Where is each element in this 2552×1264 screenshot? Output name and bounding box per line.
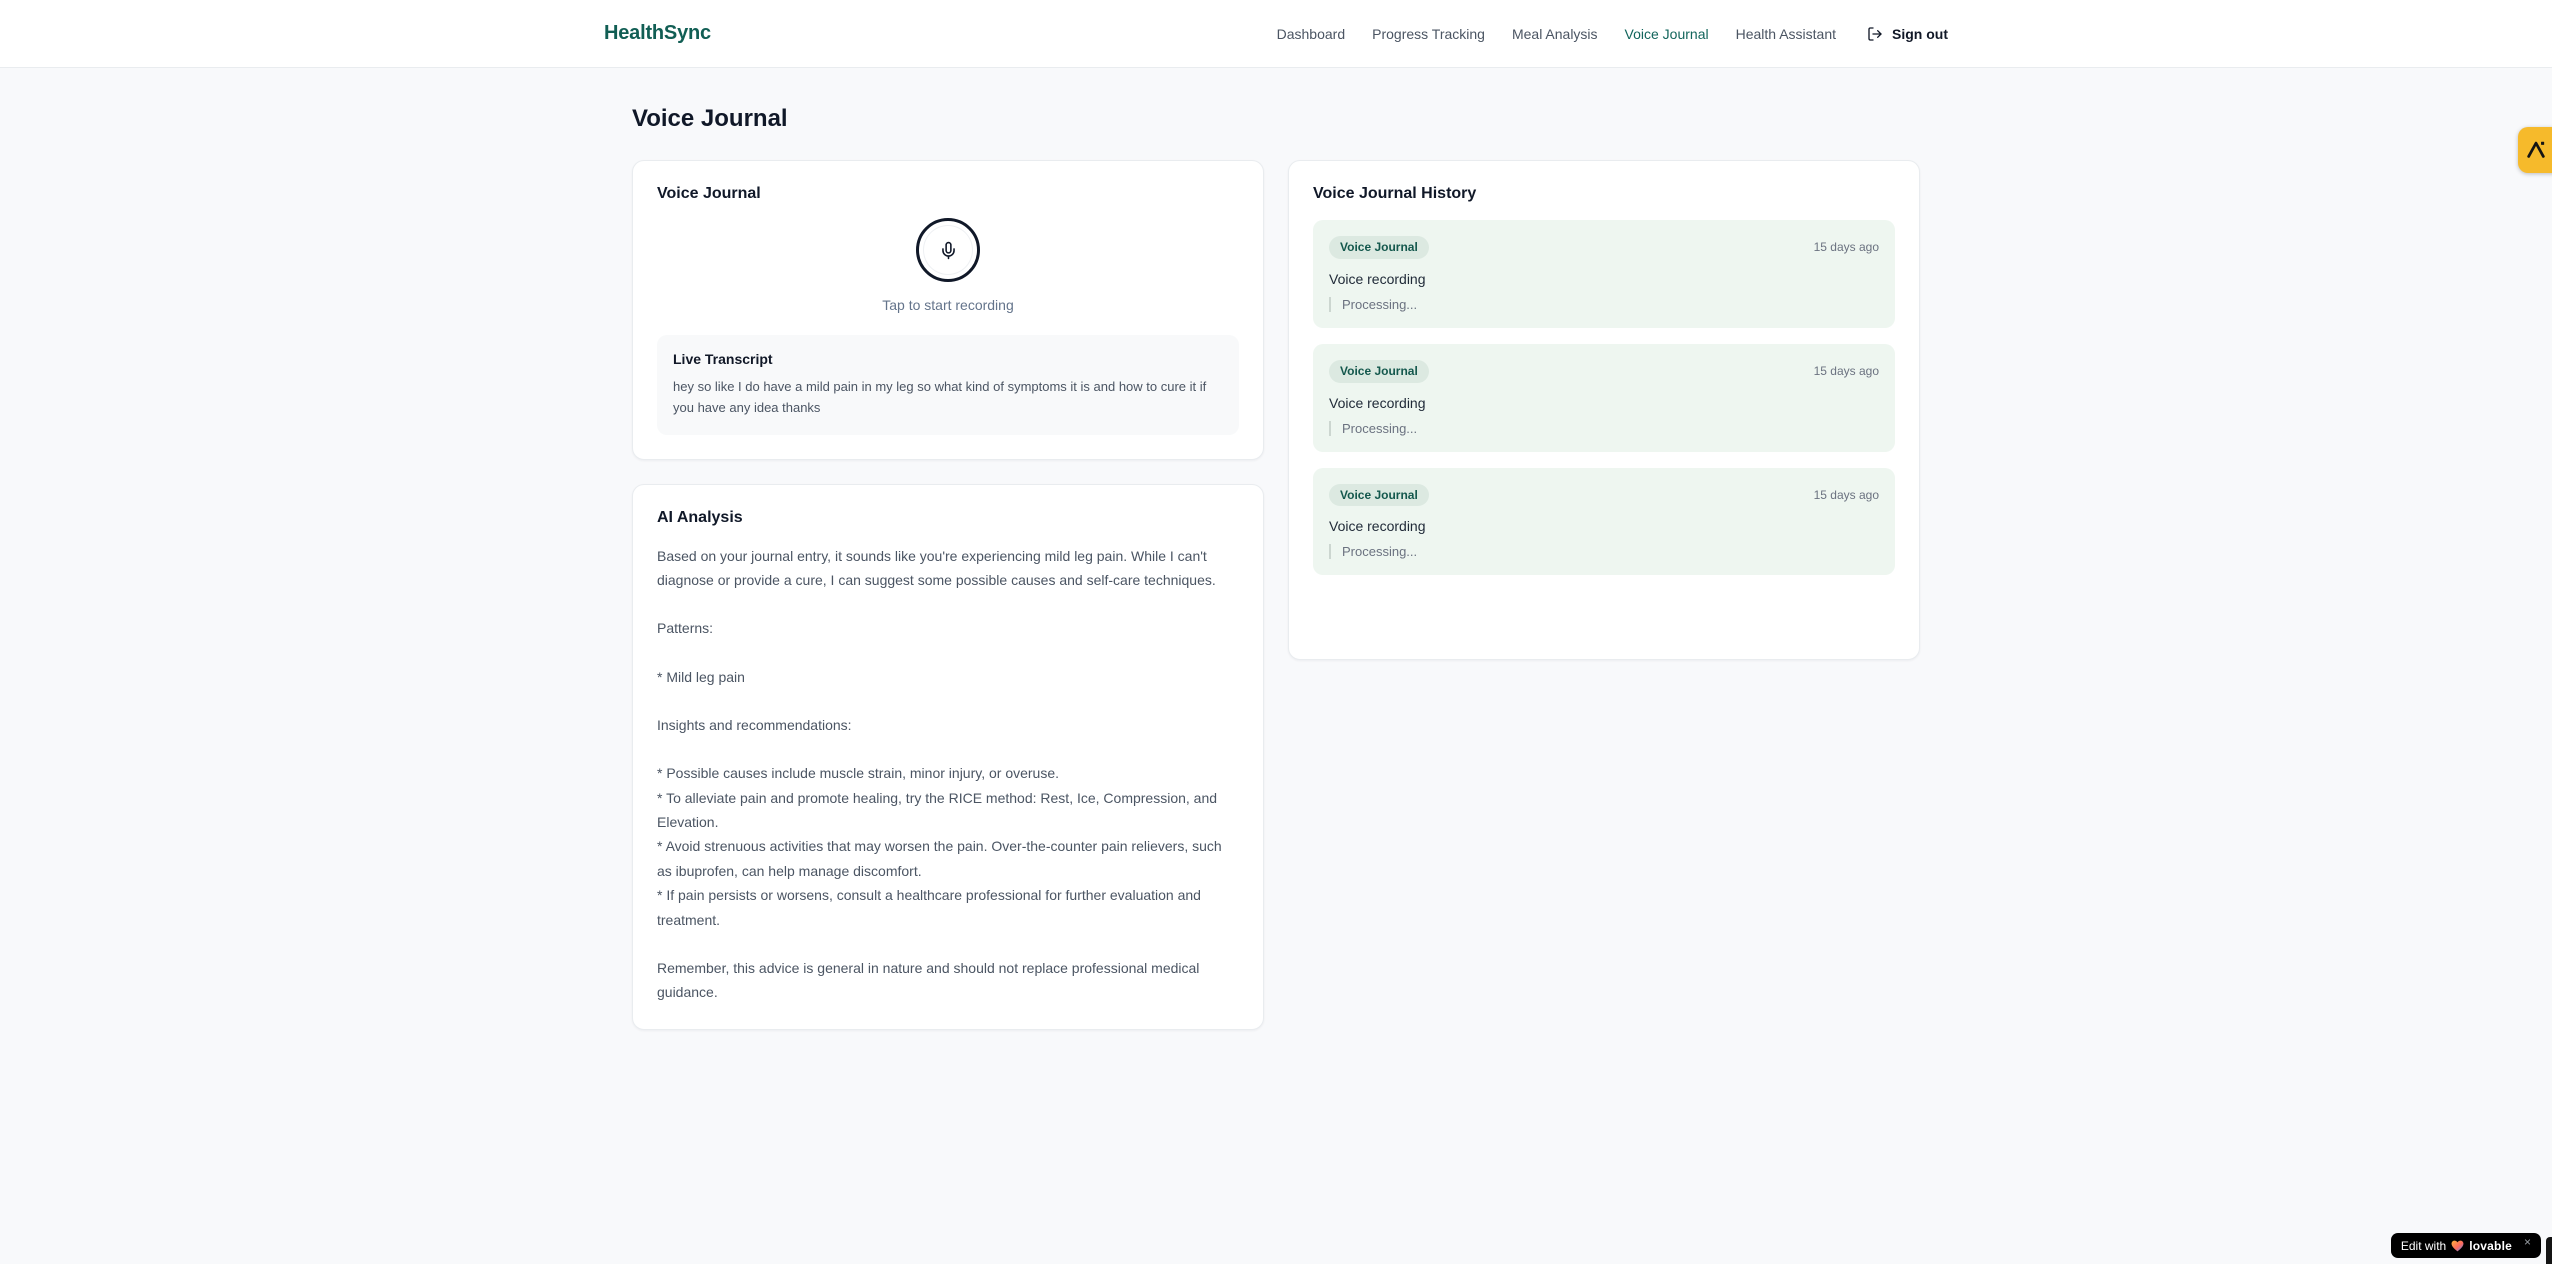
analysis-paragraph: Insights and recommendations: [657,717,852,734]
close-icon[interactable]: × [2524,1236,2531,1248]
entry-status: Processing... [1329,420,1879,436]
entry-status: Processing... [1329,296,1879,312]
entry-timestamp: 15 days ago [1813,240,1879,255]
history-card-title: Voice Journal History [1313,185,1477,202]
entry-label: Voice recording [1329,518,1426,535]
microphone-icon [941,241,955,259]
app-header: HealthSync Dashboard Progress Tracking M… [0,0,2552,68]
app-logo[interactable]: HealthSync [604,22,711,45]
page-title: Voice Journal [632,105,788,132]
voice-journal-card: Voice Journal Tap to start recording Liv… [632,160,1264,460]
sign-out-label: Sign out [1892,25,1948,42]
lovable-brand-label: lovable [2469,1238,2512,1253]
analysis-paragraph: Patterns: [657,620,714,637]
mic-area: Tap to start recording [657,203,1239,317]
live-transcript-title: Live Transcript [673,351,773,367]
recorder-card-title: Voice Journal [657,185,761,202]
live-transcript-text: hey so like I do have a mild pain in my … [673,379,1207,415]
entry-timestamp: 15 days ago [1813,487,1879,502]
nav-voice-journal[interactable]: Voice Journal [1625,26,1709,42]
main-content: Voice Journal Voice Journal Tap to start… [632,68,1920,1070]
side-panel-logo-icon [2527,141,2545,158]
edge-fragment [2546,1237,2552,1264]
voice-journal-history-card: Voice Journal History Voice Journal 15 d… [1288,160,1920,660]
main-nav: Dashboard Progress Tracking Meal Analysi… [1277,26,1948,42]
entry-label: Voice recording [1329,394,1426,411]
live-transcript-box: Live Transcript hey so like I do have a … [657,335,1239,435]
ai-analysis-title: AI Analysis [657,508,743,526]
sign-out-button[interactable]: Sign out [1867,26,1948,42]
analysis-paragraph: Remember, this advice is general in natu… [657,959,1200,1001]
ai-analysis-card: AI Analysis Based on your journal entry,… [632,483,1264,1030]
entry-timestamp: 15 days ago [1813,364,1879,379]
heart-icon [2451,1240,2464,1251]
nav-progress-tracking[interactable]: Progress Tracking [1372,26,1485,42]
entry-status: Processing... [1329,544,1879,560]
nav-health-assistant[interactable]: Health Assistant [1736,26,1836,42]
tap-to-record-hint: Tap to start recording [882,297,1014,313]
record-button[interactable] [916,218,980,282]
side-panel-badge[interactable] [2518,127,2552,173]
analysis-paragraph: * Mild leg pain [657,668,745,685]
history-entry[interactable]: Voice Journal 15 days ago Voice recordin… [1313,467,1895,576]
analysis-paragraph: Based on your journal entry, it sounds l… [657,547,1216,588]
edit-with-lovable-badge[interactable]: Edit with lovable × [2390,1233,2541,1258]
history-entry[interactable]: Voice Journal 15 days ago Voice recordin… [1313,220,1895,328]
lovable-prefix-label: Edit with [2400,1238,2447,1253]
entry-type-badge: Voice Journal [1329,359,1429,383]
entry-type-badge: Voice Journal [1329,483,1429,507]
nav-meal-analysis[interactable]: Meal Analysis [1512,26,1598,42]
nav-dashboard[interactable]: Dashboard [1277,26,1346,42]
sign-out-icon [1868,26,1882,41]
analysis-paragraph: * Possible causes include muscle strain,… [657,765,1222,928]
history-entry[interactable]: Voice Journal 15 days ago Voice recordin… [1313,343,1895,452]
entry-label: Voice recording [1329,270,1426,287]
entry-type-badge: Voice Journal [1329,236,1429,259]
